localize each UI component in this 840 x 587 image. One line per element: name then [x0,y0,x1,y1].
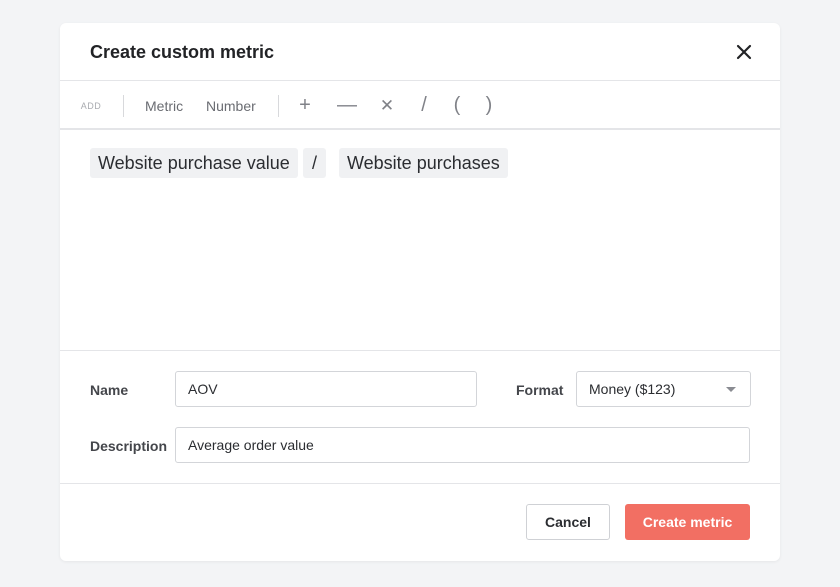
formula-metric-chip[interactable]: Website purchases [339,148,508,178]
open-paren-button[interactable]: ( [446,81,468,130]
description-input[interactable]: Average order value [175,427,750,463]
create-metric-button[interactable]: Create metric [625,504,750,540]
divide-operator-button[interactable]: / [413,81,435,130]
description-label: Description [90,438,168,454]
format-label: Format [516,382,564,398]
formula-toolbar: ADD Metric Number + — ✕ / ( ) [60,81,780,130]
formula-operator-chip[interactable]: / [303,148,327,178]
add-number-button[interactable]: Number [206,81,256,130]
formula-editor[interactable]: Website purchase value / Website purchas… [60,130,780,351]
dialog-footer: Cancel Create metric [60,484,780,560]
dialog-title: Create custom metric [90,42,275,62]
toolbar-divider [278,95,279,117]
format-select[interactable]: Money ($123) [576,371,751,407]
add-label: ADD [80,100,102,111]
name-input[interactable]: AOV [175,371,477,407]
toolbar-divider [123,95,124,117]
minus-operator-button[interactable]: — [336,81,358,130]
plus-operator-button[interactable]: + [294,81,316,130]
add-metric-button[interactable]: Metric [145,81,183,130]
name-label: Name [90,382,129,398]
dialog-header: Create custom metric [60,23,780,81]
close-icon[interactable] [732,40,756,64]
metric-details-form: Name AOV Format Money ($123) Description… [60,351,780,484]
format-select-value: Money ($123) [589,381,676,397]
formula-metric-chip[interactable]: Website purchase value [90,148,298,178]
create-metric-dialog: Create custom metric ADD Metric Number +… [60,23,780,561]
multiply-operator-button[interactable]: ✕ [376,81,398,130]
cancel-button[interactable]: Cancel [526,504,610,540]
close-paren-button[interactable]: ) [478,81,500,130]
chevron-down-icon [726,387,736,392]
